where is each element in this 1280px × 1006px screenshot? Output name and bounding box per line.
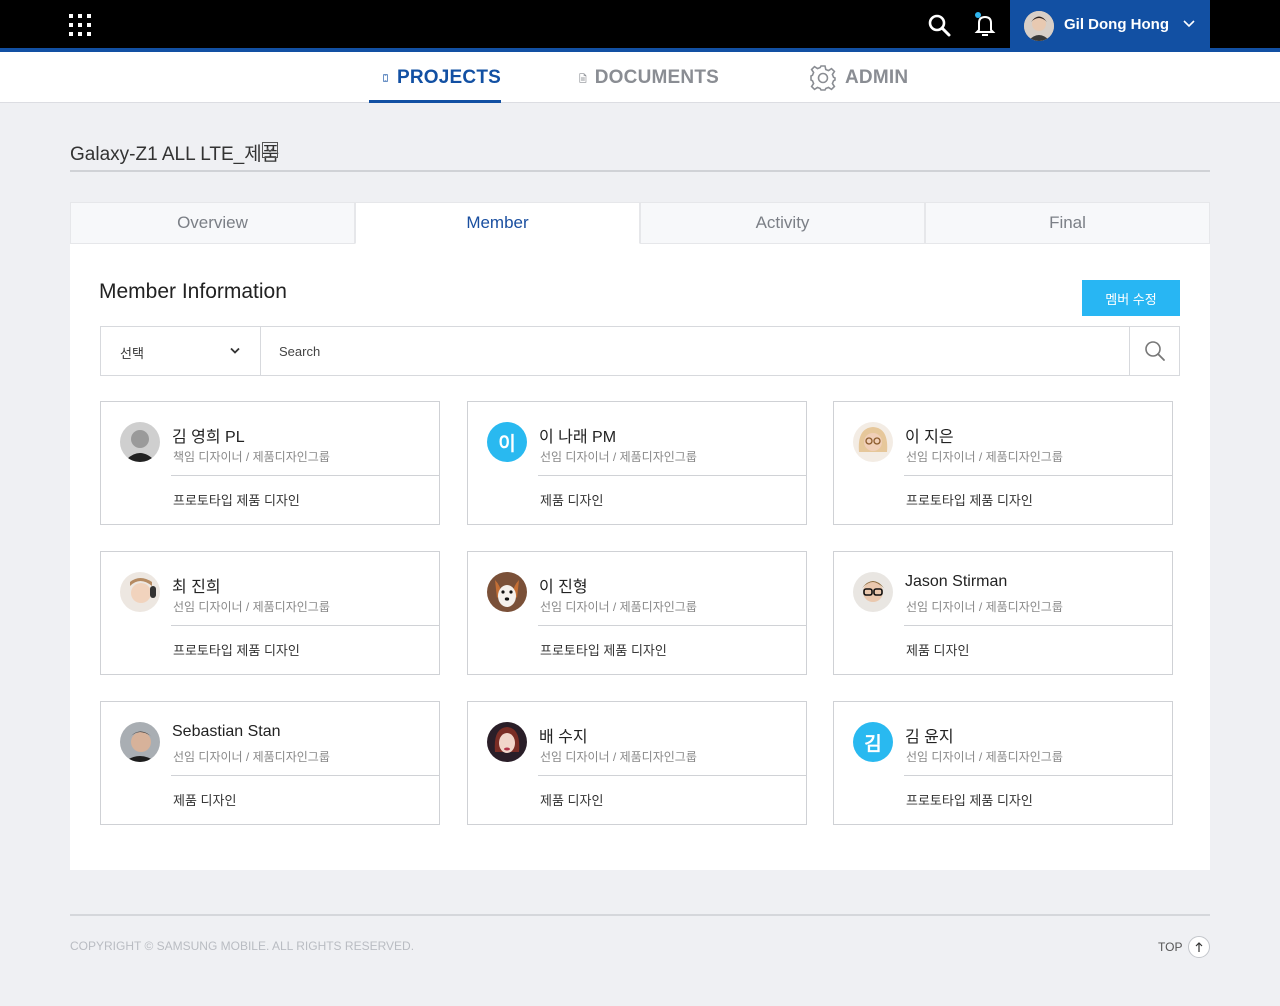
member-avatar xyxy=(487,572,527,612)
member-avatar xyxy=(120,572,160,612)
arrow-up-icon xyxy=(1188,936,1211,958)
tab-activity[interactable]: Activity xyxy=(640,202,925,244)
user-name: Gil Dong Hong xyxy=(1064,16,1169,33)
nav-documents-label: DOCUMENTS xyxy=(594,66,719,88)
member-name: 이 나래 PM xyxy=(539,429,617,446)
project-dropdown-button[interactable] xyxy=(262,142,278,158)
card-divider xyxy=(171,475,440,476)
member-avatar-initial: 김 xyxy=(853,722,893,762)
phone-icon xyxy=(383,73,388,82)
nav-admin-label: ADMIN xyxy=(845,66,909,88)
filter-select-value: 선택 xyxy=(120,346,144,361)
project-divider xyxy=(70,170,1210,172)
bell-icon[interactable] xyxy=(971,10,999,38)
member-name: 이 진형 xyxy=(539,579,588,596)
tab-overview[interactable]: Overview xyxy=(70,202,355,244)
project-title: Galaxy-Z1 ALL LTE_제품 xyxy=(70,144,280,165)
search-icon xyxy=(1144,341,1165,361)
card-divider xyxy=(538,775,807,776)
member-role: 선임 디자이너 / 제품디자인그룹 xyxy=(173,750,330,764)
member-role: 선임 디자이너 / 제품디자인그룹 xyxy=(906,450,1063,464)
member-task: 제품 디자인 xyxy=(540,493,604,508)
member-card[interactable]: 이 이 나래 PM 선임 디자이너 / 제품디자인그룹 제품 디자인 xyxy=(467,401,807,525)
member-role: 선임 디자이너 / 제품디자인그룹 xyxy=(906,600,1063,614)
top-label: TOP xyxy=(1158,940,1183,954)
card-divider xyxy=(904,625,1173,626)
member-task: 프로토타입 제품 디자인 xyxy=(540,643,667,658)
gear-icon xyxy=(810,64,836,91)
copyright-text: COPYRIGHT © SAMSUNG MOBILE. ALL RIGHTS R… xyxy=(70,939,415,953)
member-card[interactable]: Jason Stirman 선임 디자이너 / 제품디자인그룹 제품 디자인 xyxy=(833,551,1173,675)
document-icon xyxy=(579,72,587,83)
member-avatar xyxy=(853,422,893,462)
member-task: 프로토타입 제품 디자인 xyxy=(173,643,300,658)
user-avatar xyxy=(1024,11,1054,41)
member-task: 프로토타입 제품 디자인 xyxy=(173,493,300,508)
chevron-down-icon xyxy=(266,148,274,153)
member-panel-title: Member Information xyxy=(99,280,287,303)
member-name: 이 지은 xyxy=(905,429,954,446)
card-divider xyxy=(171,625,440,626)
member-name: 김 영희 PL xyxy=(172,429,245,446)
member-role: 책임 디자이너 / 제품디자인그룹 xyxy=(173,450,330,464)
main-nav: PROJECTS DOCUMENTS ADMIN xyxy=(0,52,1280,103)
card-divider xyxy=(538,475,807,476)
top-bar: Gil Dong Hong xyxy=(0,0,1280,52)
member-task: 프로토타입 제품 디자인 xyxy=(906,493,1033,508)
member-avatar xyxy=(120,422,160,462)
member-avatar xyxy=(853,572,893,612)
tab-member[interactable]: Member xyxy=(355,202,640,244)
member-avatar-initial: 이 xyxy=(487,422,527,462)
user-menu[interactable]: Gil Dong Hong xyxy=(1010,0,1210,52)
scroll-to-top-button[interactable]: TOP xyxy=(1158,936,1211,958)
card-divider xyxy=(904,775,1173,776)
member-role: 선임 디자이너 / 제품디자인그룹 xyxy=(540,450,697,464)
member-role: 선임 디자이너 / 제품디자인그룹 xyxy=(540,750,697,764)
nav-admin[interactable]: ADMIN xyxy=(809,52,919,103)
member-name: 최 진희 xyxy=(172,579,221,596)
member-search-input[interactable] xyxy=(261,327,1129,375)
member-card[interactable]: 김 영희 PL 책임 디자이너 / 제품디자인그룹 프로토타입 제품 디자인 xyxy=(100,401,440,525)
member-panel: Member Information 멤버 수정 선택 김 영희 PL 책임 디… xyxy=(70,244,1210,870)
nav-projects[interactable]: PROJECTS xyxy=(369,52,501,103)
filter-select[interactable]: 선택 xyxy=(101,327,261,375)
search-icon[interactable] xyxy=(926,12,952,38)
nav-documents[interactable]: DOCUMENTS xyxy=(579,52,719,103)
card-divider xyxy=(904,475,1173,476)
member-name: 김 윤지 xyxy=(905,729,954,746)
member-task: 제품 디자인 xyxy=(540,793,604,808)
chevron-down-icon xyxy=(1183,20,1195,28)
card-divider xyxy=(171,775,440,776)
member-task: 제품 디자인 xyxy=(173,793,237,808)
member-name: Sebastian Stan xyxy=(172,723,281,740)
member-search-bar: 선택 xyxy=(100,326,1180,376)
member-task: 제품 디자인 xyxy=(906,643,970,658)
project-tabs: Overview Member Activity Final xyxy=(70,202,1210,244)
footer-divider xyxy=(70,914,1210,916)
member-task: 프로토타입 제품 디자인 xyxy=(906,793,1033,808)
apps-grid-icon[interactable] xyxy=(69,14,91,36)
chevron-down-icon xyxy=(230,347,240,354)
member-card[interactable]: 최 진희 선임 디자이너 / 제품디자인그룹 프로토타입 제품 디자인 xyxy=(100,551,440,675)
member-role: 선임 디자이너 / 제품디자인그룹 xyxy=(906,750,1063,764)
member-search-button[interactable] xyxy=(1129,327,1179,375)
member-card[interactable]: 김 김 윤지 선임 디자이너 / 제품디자인그룹 프로토타입 제품 디자인 xyxy=(833,701,1173,825)
member-name: Jason Stirman xyxy=(905,573,1008,590)
member-card[interactable]: 이 진형 선임 디자이너 / 제품디자인그룹 프로토타입 제품 디자인 xyxy=(467,551,807,675)
member-role: 선임 디자이너 / 제품디자인그룹 xyxy=(173,600,330,614)
member-card[interactable]: 배 수지 선임 디자이너 / 제품디자인그룹 제품 디자인 xyxy=(467,701,807,825)
member-card[interactable]: 이 지은 선임 디자이너 / 제품디자인그룹 프로토타입 제품 디자인 xyxy=(833,401,1173,525)
member-role: 선임 디자이너 / 제품디자인그룹 xyxy=(540,600,697,614)
card-divider xyxy=(538,625,807,626)
member-name: 배 수지 xyxy=(539,729,588,746)
nav-projects-label: PROJECTS xyxy=(396,66,501,88)
member-avatar xyxy=(487,722,527,762)
edit-members-button[interactable]: 멤버 수정 xyxy=(1082,280,1180,316)
member-avatar xyxy=(120,722,160,762)
tab-final[interactable]: Final xyxy=(925,202,1210,244)
member-card[interactable]: Sebastian Stan 선임 디자이너 / 제품디자인그룹 제품 디자인 xyxy=(100,701,440,825)
